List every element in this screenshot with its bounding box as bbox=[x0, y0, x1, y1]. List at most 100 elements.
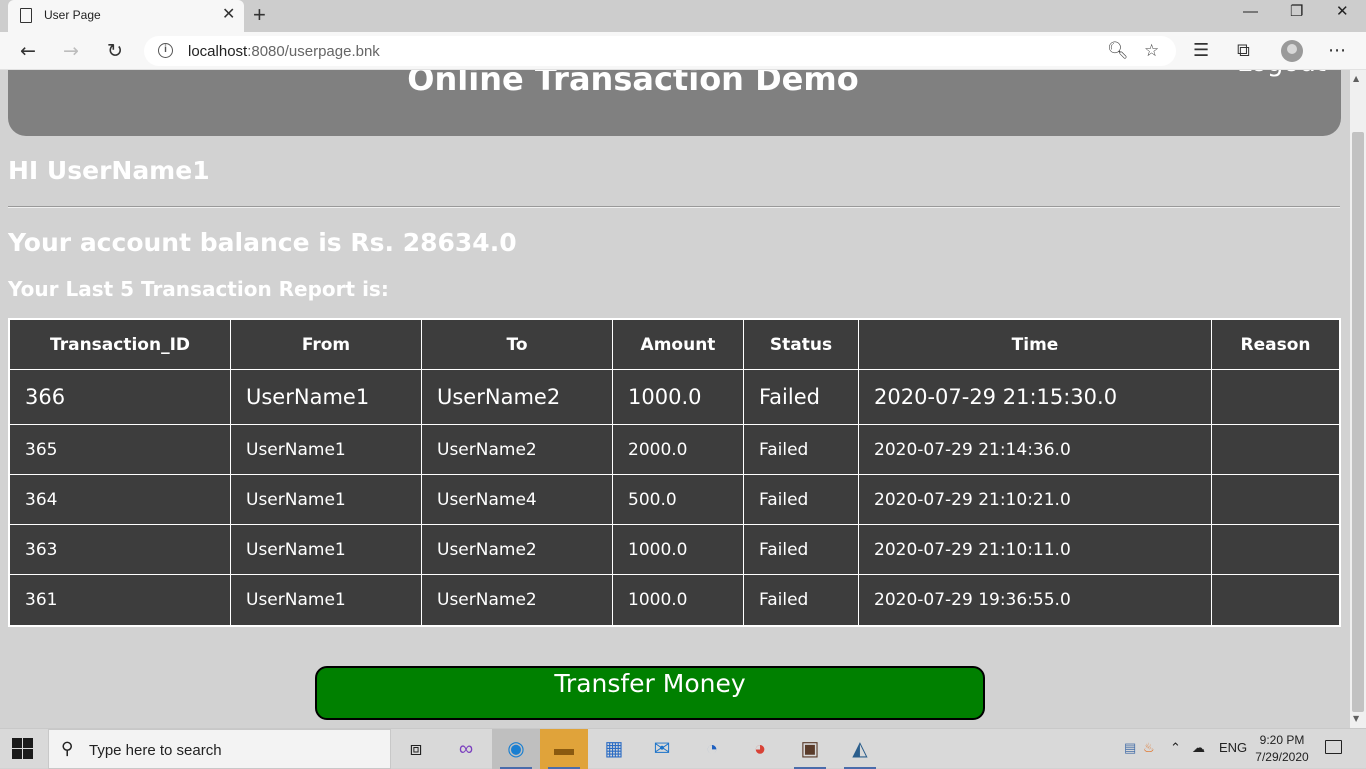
cell-reason bbox=[1212, 425, 1339, 475]
tab-user-page[interactable]: User Page ✕ bbox=[8, 0, 244, 32]
transaction-table: Transaction_ID From To Amount Status Tim… bbox=[8, 318, 1341, 627]
page-title: Online Transaction Demo bbox=[407, 70, 859, 98]
scroll-thumb[interactable] bbox=[1352, 132, 1364, 712]
cell-id: 361 bbox=[10, 575, 231, 625]
cell-time: 2020-07-29 19:36:55.0 bbox=[859, 575, 1212, 625]
cell-from: UserName1 bbox=[231, 370, 422, 425]
cell-from: UserName1 bbox=[231, 425, 422, 475]
cell-to: UserName4 bbox=[422, 475, 613, 525]
tray-app-icon[interactable]: ▤ bbox=[1124, 740, 1136, 756]
language-indicator[interactable]: ENG bbox=[1219, 740, 1247, 755]
col-status: Status bbox=[744, 320, 859, 370]
col-from: From bbox=[231, 320, 422, 370]
transfer-money-button[interactable]: Transfer Money bbox=[315, 666, 985, 720]
cell-to: UserName2 bbox=[422, 575, 613, 625]
notification-icon[interactable] bbox=[1325, 740, 1342, 754]
url-host: localhost bbox=[188, 43, 248, 60]
page-icon bbox=[20, 8, 32, 23]
page-content: Online Transaction Demo Logout HI UserNa… bbox=[0, 70, 1350, 728]
cell-to: UserName2 bbox=[422, 425, 613, 475]
cell-id: 365 bbox=[10, 425, 231, 475]
scroll-up-icon[interactable]: ▲ bbox=[1353, 74, 1359, 84]
cell-amount: 500.0 bbox=[613, 475, 744, 525]
cell-id: 364 bbox=[10, 475, 231, 525]
visual-studio-icon[interactable]: ∞ bbox=[442, 729, 490, 769]
windows-taskbar: ⚲ Type here to search ⧈ ∞ ◉ ▬ ▦ ✉ ◔ ◕ ▣ … bbox=[0, 728, 1366, 769]
favorites-icon[interactable]: ☰ bbox=[1193, 40, 1209, 62]
restore-button[interactable]: ❐ bbox=[1290, 2, 1303, 22]
file-explorer-icon[interactable]: ▬ bbox=[540, 729, 588, 769]
new-tab-button[interactable]: + bbox=[253, 3, 266, 27]
col-transaction-id: Transaction_ID bbox=[10, 320, 231, 370]
search-icon: ⚲ bbox=[61, 739, 74, 758]
collections-icon[interactable]: ⧉ bbox=[1237, 40, 1250, 62]
tab-strip: User Page ✕ + — ❐ ✕ bbox=[0, 0, 1366, 32]
cell-from: UserName1 bbox=[231, 525, 422, 575]
zoom-icon[interactable]: 🔍︎ bbox=[1107, 40, 1129, 62]
cell-reason bbox=[1212, 575, 1339, 625]
cell-status: Failed bbox=[744, 475, 859, 525]
browser-toolbar: ← → ↻ i localhost:8080/userpage.bnk 🔍︎ ☆… bbox=[0, 32, 1366, 70]
clock-time: 9:20 PM bbox=[1259, 733, 1305, 747]
report-heading: Your Last 5 Transaction Report is: bbox=[8, 277, 389, 301]
table-row: 363 UserName1 UserName2 1000.0 Failed 20… bbox=[10, 525, 1339, 575]
game-app-icon[interactable]: ▣ bbox=[786, 729, 834, 769]
task-view-icon[interactable]: ⧈ bbox=[392, 729, 440, 769]
info-icon[interactable]: i bbox=[158, 43, 173, 58]
page-scrollbar[interactable]: ▲ ▼ bbox=[1350, 70, 1366, 728]
back-icon[interactable]: ← bbox=[13, 37, 43, 65]
cell-from: UserName1 bbox=[231, 475, 422, 525]
cell-amount: 2000.0 bbox=[613, 425, 744, 475]
cell-amount: 1000.0 bbox=[613, 370, 744, 425]
cell-amount: 1000.0 bbox=[613, 575, 744, 625]
cell-from: UserName1 bbox=[231, 575, 422, 625]
close-window-button[interactable]: ✕ bbox=[1336, 2, 1349, 22]
cell-time: 2020-07-29 21:10:21.0 bbox=[859, 475, 1212, 525]
chrome-icon[interactable]: ◕ bbox=[736, 729, 784, 769]
cell-time: 2020-07-29 21:14:36.0 bbox=[859, 425, 1212, 475]
network-icon[interactable]: ☁ bbox=[1192, 740, 1205, 756]
start-icon[interactable] bbox=[12, 738, 34, 760]
firefox-icon[interactable]: ◔ bbox=[688, 729, 736, 769]
clock-date: 7/29/2020 bbox=[1255, 750, 1309, 764]
taskbar-search-box[interactable]: ⚲ Type here to search bbox=[48, 729, 391, 769]
forward-icon: → bbox=[63, 40, 79, 62]
balance-value: 28634.0 bbox=[402, 228, 517, 257]
tray-java-icon[interactable]: ♨ bbox=[1143, 740, 1155, 756]
url-path: :8080/userpage.bnk bbox=[247, 43, 380, 60]
edge-icon[interactable]: ◉ bbox=[492, 729, 540, 769]
col-to: To bbox=[422, 320, 613, 370]
table-row: 364 UserName1 UserName4 500.0 Failed 202… bbox=[10, 475, 1339, 525]
mail-icon[interactable]: ✉ bbox=[638, 729, 686, 769]
cell-time: 2020-07-29 21:15:30.0 bbox=[859, 370, 1212, 425]
more-icon[interactable]: ⋯ bbox=[1328, 40, 1346, 62]
table-row: 365 UserName1 UserName2 2000.0 Failed 20… bbox=[10, 425, 1339, 475]
refresh-icon[interactable]: ↻ bbox=[100, 37, 130, 65]
system-clock[interactable]: 9:20 PM 7/29/2020 bbox=[1254, 732, 1310, 766]
account-balance: Your account balance is Rs. 28634.0 bbox=[8, 228, 517, 257]
minimize-button[interactable]: — bbox=[1243, 2, 1258, 22]
profile-icon[interactable] bbox=[1281, 40, 1303, 62]
search-placeholder: Type here to search bbox=[89, 742, 222, 759]
show-hidden-icons[interactable]: ⌃ bbox=[1170, 740, 1181, 756]
table-header-row: Transaction_ID From To Amount Status Tim… bbox=[10, 320, 1339, 370]
logout-link[interactable]: Logout bbox=[1237, 70, 1326, 78]
cell-status: Failed bbox=[744, 575, 859, 625]
cell-to: UserName2 bbox=[422, 525, 613, 575]
sql-workbench-icon[interactable]: ◭ bbox=[836, 729, 884, 769]
table-row: 361 UserName1 UserName2 1000.0 Failed 20… bbox=[10, 575, 1339, 625]
store-icon[interactable]: ▦ bbox=[590, 729, 638, 769]
tab-close-icon[interactable]: ✕ bbox=[222, 5, 235, 25]
scroll-down-icon[interactable]: ▼ bbox=[1353, 714, 1359, 724]
cell-amount: 1000.0 bbox=[613, 525, 744, 575]
cell-status: Failed bbox=[744, 370, 859, 425]
cell-status: Failed bbox=[744, 425, 859, 475]
col-reason: Reason bbox=[1212, 320, 1339, 370]
url-text[interactable]: localhost:8080/userpage.bnk bbox=[188, 43, 380, 60]
cell-reason bbox=[1212, 475, 1339, 525]
favorite-star-icon[interactable]: ☆ bbox=[1144, 40, 1159, 62]
col-time: Time bbox=[859, 320, 1212, 370]
divider bbox=[8, 206, 1340, 208]
cell-id: 366 bbox=[10, 370, 231, 425]
address-bar[interactable]: i localhost:8080/userpage.bnk 🔍︎ ☆ bbox=[144, 36, 1176, 66]
